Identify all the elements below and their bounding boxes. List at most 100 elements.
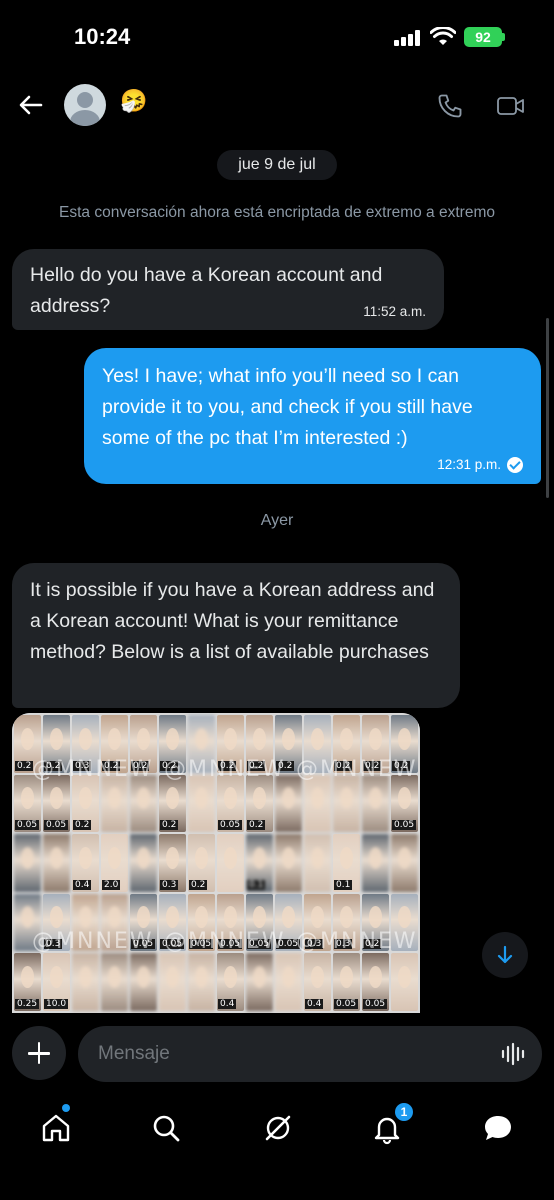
date-pill: jue 9 de jul [217, 150, 337, 180]
photocard-price-label: 10.0 [44, 998, 69, 1009]
photocard [101, 774, 128, 833]
photocard [246, 953, 273, 1011]
watermark: @MNNEW [164, 757, 286, 782]
photocard-face [49, 846, 64, 869]
photocard: 0.1 [333, 834, 360, 892]
contact-name-emoji[interactable]: 🤧 [120, 90, 147, 112]
watermark: @MNNEW [32, 757, 154, 782]
grok-icon[interactable] [258, 1108, 298, 1148]
photocard-face [165, 966, 180, 988]
photocard-face [252, 846, 267, 869]
encryption-note: Esta conversación ahora está encriptada … [59, 204, 495, 221]
photocard-face [281, 966, 296, 988]
photocard-price-label: 0.05 [363, 998, 388, 1009]
photocard [275, 774, 302, 833]
status-time: 10:24 [74, 24, 131, 49]
photocard-price-label: 0.4 [218, 998, 237, 1009]
photocard-face [136, 906, 151, 929]
photocard-face [165, 906, 180, 929]
photocard-face [339, 787, 354, 810]
watermark: @MNNEW [164, 929, 286, 954]
home-badge-dot [62, 1104, 70, 1112]
photocard-face [78, 787, 93, 810]
photocard-price-label: 2.0 [102, 879, 121, 890]
photocard-face [397, 846, 412, 869]
photocard [391, 953, 418, 1011]
scrollbar[interactable] [546, 318, 549, 498]
photocard-face [339, 727, 354, 750]
photocard-face [78, 846, 93, 869]
battery-indicator: 92 [464, 27, 502, 47]
bottom-tab-bar: 1 [0, 1096, 554, 1200]
message-bubble-outgoing[interactable]: Yes! I have; what info you’ll need so I … [84, 348, 541, 484]
photocard [159, 953, 186, 1011]
status-bar: 10:24 92 [0, 0, 554, 76]
photocard: 0.05 [362, 953, 389, 1011]
photocard-face [368, 727, 383, 750]
photocard-face [49, 727, 64, 750]
photocard-face [165, 787, 180, 810]
photocard-face [397, 787, 412, 810]
home-icon[interactable] [36, 1108, 76, 1148]
photocard-face [339, 846, 354, 869]
photocard-face [281, 787, 296, 810]
message-time-row: 12:31 p.m. [437, 457, 523, 473]
photocard [304, 834, 331, 892]
photocard-price-label: 0.05 [334, 998, 359, 1009]
photocard-face [252, 906, 267, 929]
message-bubble-incoming[interactable]: Hello do you have a Korean account and a… [12, 249, 444, 330]
video-icon[interactable] [496, 94, 526, 118]
photocard: 0.2 [188, 834, 215, 892]
photocard: 0.2 [72, 774, 99, 833]
photocard-price-label: 0.4 [73, 879, 92, 890]
photocard-face [194, 787, 209, 810]
photocard-face [107, 727, 122, 750]
photocard-face [107, 966, 122, 988]
photocard-face [310, 727, 325, 750]
photocard-price-label: 0.2 [247, 820, 266, 831]
photocard-face [281, 906, 296, 929]
voice-message-icon[interactable] [500, 1042, 528, 1066]
photocard-face [252, 727, 267, 750]
avatar[interactable] [64, 84, 106, 126]
photocard: 0.25 [14, 953, 41, 1011]
photocard: 0.05 [391, 774, 418, 833]
search-icon[interactable] [146, 1108, 186, 1148]
photocard-face [397, 906, 412, 929]
cellular-signal-icon [394, 30, 422, 46]
photocard-face [78, 727, 93, 750]
arrow-down-icon [497, 945, 513, 964]
message-bubble-incoming[interactable]: It is possible if you have a Korean addr… [12, 563, 460, 708]
message-input[interactable] [78, 1026, 542, 1082]
watermark: @MNNEW [296, 929, 418, 954]
watermark: @MNNEW [32, 929, 154, 954]
photocard-face [310, 846, 325, 869]
photocard-price-label: 0.3 [160, 879, 179, 890]
scroll-to-bottom-button[interactable] [482, 932, 528, 978]
photocard-face [368, 787, 383, 810]
photocard-face [20, 906, 35, 929]
photocard-face [49, 906, 64, 929]
photocard-face [339, 906, 354, 929]
composer [0, 1016, 554, 1096]
watermark: @MNNEW [296, 757, 418, 782]
photocard [14, 834, 41, 892]
messages-icon[interactable] [478, 1108, 518, 1148]
photocard-face [223, 846, 238, 869]
photocard-face [107, 846, 122, 869]
photocard [304, 774, 331, 833]
read-check-icon [507, 457, 523, 473]
photocard [391, 834, 418, 892]
photocard-image[interactable]: 0.2 0.2 0.3 0.2 0.2 0.2 0.2 0.2 0.2 0.2 0.2 0.2 0.05… [12, 713, 420, 1013]
phone-icon[interactable] [436, 92, 464, 120]
photocard-face [20, 846, 35, 869]
photocard-face [20, 787, 35, 810]
add-attachment-button[interactable] [12, 1026, 66, 1080]
photocard-face [397, 966, 412, 988]
photocard-price-label: 0.1 [247, 879, 266, 890]
photocard-face [368, 846, 383, 869]
photocard-face [368, 906, 383, 929]
photocard-face [223, 787, 238, 810]
photocard-price-label: 0.2 [189, 879, 208, 890]
back-arrow-icon[interactable] [16, 90, 46, 120]
